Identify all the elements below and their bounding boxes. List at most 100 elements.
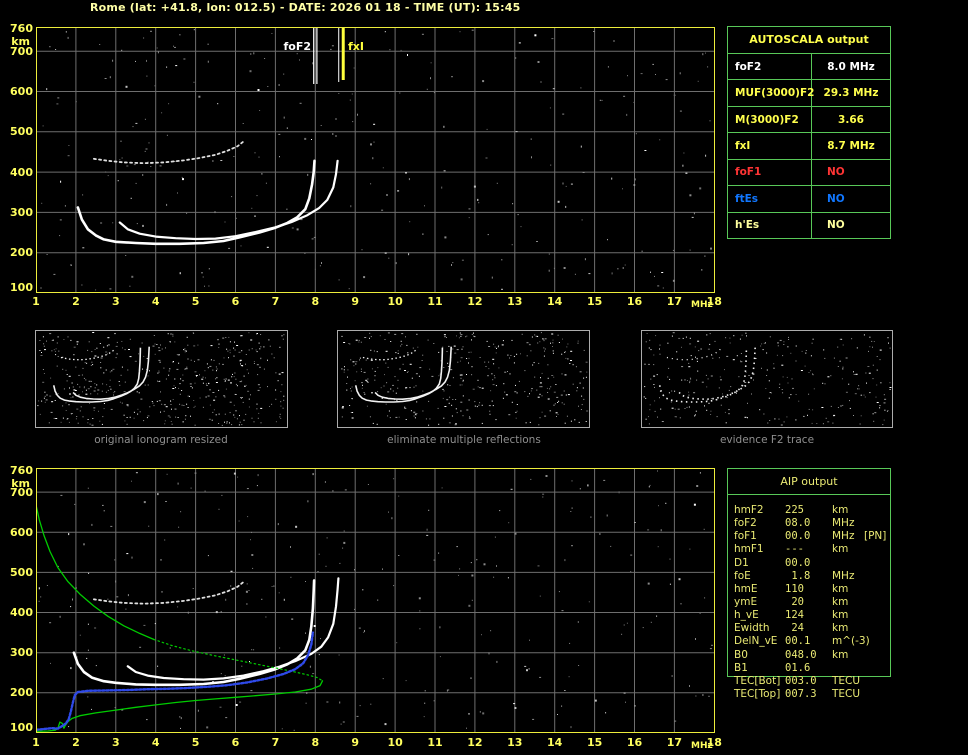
aip-parameter-value: 124 — [785, 609, 804, 622]
aip-parameter-value: 01.6 — [785, 662, 810, 675]
aip-parameter-value: --- — [785, 543, 804, 556]
x-tick-label-bottom: 9 — [344, 736, 366, 749]
y-tick-label-top: 500 — [0, 125, 33, 138]
panel-evidence-canvas — [642, 331, 892, 427]
parameter-value: 29.3 MHz — [812, 80, 890, 105]
y-tick-label-top: 760 — [0, 22, 33, 35]
aip-row: hmF2225km — [727, 504, 892, 517]
y-tick-label-top: 400 — [0, 166, 33, 179]
aip-parameter-name: B1 — [734, 662, 748, 675]
x-tick-label-bottom: 15 — [584, 736, 606, 749]
panel-original-canvas — [36, 331, 287, 427]
parameter-name: foF2 — [728, 54, 812, 79]
x-tick-label-top: 6 — [225, 295, 247, 308]
x-tick-label-bottom: 2 — [65, 736, 87, 749]
y-tick-label-bottom: 500 — [0, 566, 33, 579]
aip-row: hmE110km — [727, 583, 892, 596]
autoscala-table-title: AUTOSCALA output — [728, 27, 890, 54]
parameter-value: NO — [812, 160, 890, 185]
aip-row: DelN_vE00.1m^(-3) — [727, 635, 892, 648]
aip-parameter-unit: km — [832, 543, 848, 556]
aip-row: foF208.0MHz — [727, 517, 892, 530]
x-tick-label-bottom: 4 — [145, 736, 167, 749]
x-tick-label-top: 12 — [464, 295, 486, 308]
profile-ionogram-plot — [36, 468, 715, 733]
aip-parameter-value: 1.8 — [785, 570, 810, 583]
parameter-value: 3.66 — [812, 107, 890, 132]
y-tick-label-bottom: 600 — [0, 526, 33, 539]
x-tick-label-top: 11 — [424, 295, 446, 308]
aip-parameter-name: ymE — [734, 596, 757, 609]
x-tick-label-top: 9 — [344, 295, 366, 308]
x-tick-label-bottom: 3 — [105, 736, 127, 749]
aip-parameter-unit: km — [832, 649, 848, 662]
foF2-marker-label: foF2 — [245, 40, 311, 53]
x-tick-label-bottom: 5 — [185, 736, 207, 749]
parameter-value: NO — [812, 186, 890, 211]
aip-parameter-unit: MHz — [832, 570, 854, 583]
aip-parameter-value: 110 — [785, 583, 804, 596]
x-tick-label-top: 16 — [624, 295, 646, 308]
aip-row: hmF1---km — [727, 543, 892, 556]
station-title: Rome (lat: +41.8, lon: 012.5) - DATE: 20… — [90, 1, 520, 14]
aip-parameter-unit: km — [832, 622, 848, 635]
aip-parameter-unit: m^(-3) — [832, 635, 870, 648]
parameter-name: ftEs — [728, 186, 812, 211]
parameter-name: h'Es — [728, 213, 812, 238]
x-tick-label-top: 5 — [185, 295, 207, 308]
autoscala-output-table: AUTOSCALA output foF28.0 MHzMUF(3000)F22… — [727, 26, 891, 239]
aip-parameter-value: 20 — [785, 596, 804, 609]
aip-parameter-name: Ewidth — [734, 622, 770, 635]
aip-row: B1 01.6 — [727, 662, 892, 675]
aip-parameter-name: B0 — [734, 649, 748, 662]
x-tick-label-top: 18 — [703, 295, 725, 308]
x-tick-label-bottom: 1 — [25, 736, 47, 749]
aip-parameter-name: foF2 — [734, 517, 757, 530]
x-tick-label-top: 13 — [504, 295, 526, 308]
panel-eliminate-canvas — [338, 331, 589, 427]
aip-parameter-value: 00.0 — [785, 557, 810, 570]
x-tick-label-top: 10 — [384, 295, 406, 308]
aip-row: TEC[Bot]003.0TECU — [727, 675, 892, 688]
autoscala-row: foF1NO — [728, 160, 890, 186]
x-tick-label-bottom: 8 — [304, 736, 326, 749]
aip-parameter-unit: MHz — [832, 530, 854, 543]
aip-table-body: hmF2225kmfoF208.0MHzfoF100.0MHz[PN]hmF1-… — [727, 468, 892, 708]
y-tick-label-bottom: 300 — [0, 646, 33, 659]
aip-row: Ewidth 24 km — [727, 622, 892, 635]
x-tick-label-bottom: 17 — [663, 736, 685, 749]
aip-parameter-value: 24 — [785, 622, 804, 635]
y-tick-label-bottom: 400 — [0, 606, 33, 619]
fxI-marker-label: fxI — [348, 40, 388, 53]
y-tick-label-top: 700 — [0, 45, 33, 58]
aip-parameter-name: hmE — [734, 583, 758, 596]
aip-parameter-value: 00.1 — [785, 635, 810, 648]
aip-parameter-name: TEC[Bot] — [734, 675, 780, 688]
autoscala-row: h'EsNO — [728, 213, 890, 238]
aip-parameter-value: 007.3 — [785, 688, 817, 701]
parameter-name: foF1 — [728, 160, 812, 185]
x-tick-label-top: 15 — [584, 295, 606, 308]
y-tick-label-bottom: 100 — [0, 721, 33, 734]
y-tick-label-top: 600 — [0, 85, 33, 98]
y-tick-label-bottom: 200 — [0, 686, 33, 699]
panel-original-ionogram — [35, 330, 288, 428]
aip-parameter-name: h_vE — [734, 609, 759, 622]
x-tick-label-top: 3 — [105, 295, 127, 308]
autoscala-row: MUF(3000)F229.3 MHz — [728, 80, 890, 106]
parameter-name: MUF(3000)F2 — [728, 80, 812, 105]
aip-parameter-value: 225 — [785, 504, 804, 517]
aip-row: h_vE124km — [727, 609, 892, 622]
x-tick-label-top: 1 — [25, 295, 47, 308]
y-tick-label-bottom: 760 — [0, 464, 33, 477]
scaled-ionogram-plot — [36, 27, 715, 293]
aip-parameter-unit: MHz — [832, 517, 854, 530]
aip-row: foE 1.8MHz — [727, 570, 892, 583]
y-tick-label-bottom: 700 — [0, 486, 33, 499]
x-tick-label-bottom: 6 — [225, 736, 247, 749]
panel-caption-original: original ionogram resized — [51, 434, 271, 446]
y-tick-label-top: 100 — [0, 281, 33, 294]
aip-row: B0048.0km — [727, 649, 892, 662]
x-tick-label-bottom: 13 — [504, 736, 526, 749]
autoscala-window: Rome (lat: +41.8, lon: 012.5) - DATE: 20… — [0, 0, 968, 755]
